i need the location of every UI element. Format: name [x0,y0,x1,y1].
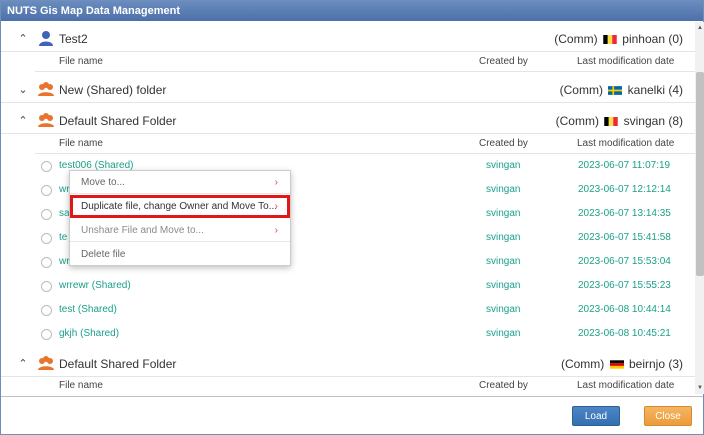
dialog-window: NUTS Gis Map Data Management ⌃ Test2 (Co… [0,0,704,435]
folder-name: New (Shared) folder [59,83,167,97]
file-created-by: svingan [486,256,521,267]
col-file-name: File name [59,56,103,67]
folder-owner-scope: (Comm) [559,83,603,97]
file-created-by: svingan [486,184,521,195]
dialog-title: NUTS Gis Map Data Management [1,1,703,21]
group-icon [38,113,54,127]
file-name[interactable]: wr [59,184,70,195]
file-radio[interactable] [41,233,52,244]
chevron-up-icon[interactable]: ⌃ [18,32,28,45]
folder-owner-user: beirnjo (3) [628,357,683,371]
folder-header-default-shared-2[interactable]: ⌃ Default Shared Folder (Comm) beirnjo (… [1,351,695,377]
user-icon [39,31,53,46]
folder-owner-user: pinhoan (0) [622,32,683,46]
file-created-by: svingan [486,280,521,291]
chevron-down-icon[interactable]: ⌄ [18,83,28,96]
chevron-up-icon[interactable]: ⌃ [18,114,28,127]
file-created-by: svingan [486,160,521,171]
folder-owner: (Comm) kanelki (4) [560,83,683,97]
chevron-right-icon: › [274,225,278,236]
file-name[interactable]: te [59,232,67,243]
file-name[interactable]: wrrewr (Shared) [59,280,131,291]
folder-owner-scope: (Comm) [555,114,599,128]
column-header-row: File name Created by Last modification d… [35,52,695,72]
chevron-right-icon: › [274,201,278,212]
col-last-mod: Last modification date [577,138,675,149]
col-created-by: Created by [479,380,528,391]
folder-header-test2[interactable]: ⌃ Test2 (Comm) pinhoan (0) [1,26,695,52]
menu-item-label: Delete file [81,249,126,260]
folder-owner: (Comm) pinhoan (0) [554,32,683,46]
folder-name: Test2 [59,32,88,46]
file-date: 2023-06-07 11:07:19 [578,160,671,171]
menu-item-unshare[interactable]: Unshare File and Move to... › [70,219,290,242]
file-name[interactable]: test (Shared) [59,304,117,315]
file-row[interactable]: gkjh (Shared) svingan 2023-06-08 10:45:2… [35,322,695,346]
file-date: 2023-06-08 10:44:14 [578,304,671,315]
folder-header-new-shared[interactable]: ⌄ New (Shared) folder (Comm) kanelki (4) [1,77,695,103]
file-date: 2023-06-07 12:12:14 [578,184,671,195]
file-radio[interactable] [41,161,52,172]
folder-owner-scope: (Comm) [554,32,598,46]
menu-item-delete[interactable]: Delete file [70,243,290,266]
col-last-mod: Last modification date [577,380,675,391]
folder-owner: (Comm) beirnjo (3) [561,357,683,371]
file-row[interactable]: wrrewr (Shared) svingan 2023-06-07 15:55… [35,274,695,298]
belgium-flag-icon [604,117,619,126]
dialog-footer: Load Close [1,396,703,434]
file-name[interactable]: wr [59,256,70,267]
group-icon [38,82,54,96]
folder-owner-user: kanelki (4) [627,83,683,97]
file-created-by: svingan [486,208,521,219]
menu-item-label: Duplicate file, change Owner and Move To… [81,201,278,212]
menu-item-move-to[interactable]: Move to... › [70,171,290,194]
file-radio[interactable] [41,209,52,220]
scroll-down-icon[interactable]: ▼ [696,384,704,392]
menu-item-duplicate[interactable]: Duplicate file, change Owner and Move To… [70,195,290,218]
germany-flag-icon [609,360,624,369]
file-created-by: svingan [486,232,521,243]
load-button[interactable]: Load [572,406,620,426]
scroll-up-icon[interactable]: ▲ [696,24,704,32]
sweden-flag-icon [608,86,623,95]
folder-name: Default Shared Folder [59,114,177,128]
chevron-up-icon[interactable]: ⌃ [18,357,28,370]
folder-owner-scope: (Comm) [560,357,605,371]
col-file-name: File name [59,380,103,391]
col-created-by: Created by [479,138,528,149]
chevron-right-icon: › [274,177,278,188]
file-name[interactable]: sa [59,208,70,219]
close-button[interactable]: Close [644,406,692,426]
context-menu: Move to... › Duplicate file, change Owne… [69,170,291,266]
file-date: 2023-06-08 10:45:21 [578,328,671,339]
belgium-flag-icon [603,35,617,44]
group-icon [38,356,54,370]
scroll-thumb[interactable] [696,72,704,276]
file-row[interactable]: test (Shared) svingan 2023-06-08 10:44:1… [35,298,695,322]
col-created-by: Created by [479,56,528,67]
col-last-mod: Last modification date [577,56,675,67]
file-created-by: svingan [486,304,521,315]
column-header-row: File name Created by Last modification d… [35,134,695,154]
folder-owner-user: svingan (8) [623,114,683,128]
file-radio[interactable] [41,185,52,196]
file-radio[interactable] [41,329,52,340]
folder-header-default-shared[interactable]: ⌃ Default Shared Folder (Comm) svingan (… [1,108,695,134]
file-radio[interactable] [41,257,52,268]
folder-owner: (Comm) svingan (8) [556,114,683,128]
file-date: 2023-06-07 13:14:35 [578,208,671,219]
file-name[interactable]: gkjh (Shared) [59,328,119,339]
file-radio[interactable] [41,281,52,292]
menu-item-label: Move to... [81,177,125,188]
folder-name: Default Shared Folder [59,357,177,371]
menu-item-label: Unshare File and Move to... [81,225,204,236]
file-date: 2023-06-07 15:53:04 [578,256,671,267]
column-header-row: File name Created by Last modification d… [35,376,695,394]
vertical-scrollbar[interactable]: ▲ ▼ [695,22,704,394]
file-date: 2023-06-07 15:55:23 [578,280,671,291]
col-file-name: File name [59,138,103,149]
file-date: 2023-06-07 15:41:58 [578,232,671,243]
file-created-by: svingan [486,328,521,339]
file-radio[interactable] [41,305,52,316]
